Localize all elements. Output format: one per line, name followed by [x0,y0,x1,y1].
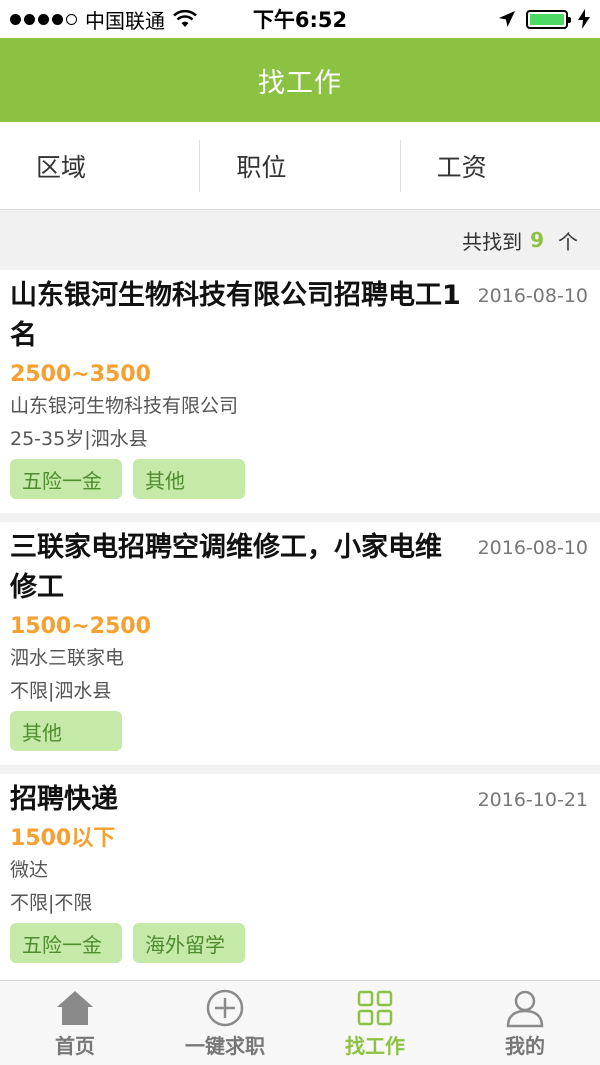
job-meta: 不限|不限 [10,892,93,914]
job-tag: 其他 [133,459,245,499]
tab-find-jobs[interactable]: 找工作 [300,981,450,1065]
job-title: 山东银河生物科技有限公司招聘电工1名 [10,280,461,351]
plus-circle-icon [206,989,244,1026]
job-card[interactable]: 山东银河生物科技有限公司招聘电工1名 2016-08-10 2500~3500 … [0,270,600,513]
job-list: 山东银河生物科技有限公司招聘电工1名 2016-08-10 2500~3500 … [0,270,600,977]
job-tag: 五险一金 [10,923,122,963]
grid-icon [357,990,393,1025]
bottom-tab-bar: 首页 一键求职 找工作 我的 [0,980,600,1065]
job-date: 2016-10-21 [477,789,588,811]
job-company: 微达 [10,859,49,881]
home-icon [57,990,93,1025]
filter-region[interactable]: 区域 [0,139,201,192]
tab-label: 一键求职 [185,1033,265,1058]
job-salary: 1500以下 [10,826,116,851]
job-date: 2016-08-10 [477,285,588,307]
wifi-icon [173,10,197,27]
status-time: 下午6:52 [252,8,348,32]
page-title: 找工作 [258,67,342,99]
job-meta: 25-35岁|泗水县 [10,428,148,450]
job-card[interactable]: 招聘快递 2016-10-21 1500以下 微达 不限|不限 五险一金 海外留… [0,774,600,977]
signal-strength-icon [10,13,77,25]
battery-icon [526,9,571,29]
result-count-prefix: 共找到 [462,229,523,254]
job-card[interactable]: 三联家电招聘空调维修工，小家电维修工 2016-08-10 1500~2500 … [0,522,600,765]
result-count-suffix: 个 [558,229,578,254]
job-tag: 其他 [10,711,122,751]
location-arrow-icon [499,11,515,27]
charging-bolt-icon [578,9,590,29]
job-tags: 五险一金 其他 [10,459,588,499]
nav-header: 找工作 [0,38,600,122]
job-tag: 海外留学 [133,923,245,963]
job-title: 招聘快递 [10,784,118,815]
tab-label: 找工作 [345,1033,405,1058]
filter-salary[interactable]: 工资 [401,140,600,192]
job-company: 山东银河生物科技有限公司 [10,395,239,417]
filter-bar: 区域 职位 工资 [0,122,600,210]
job-salary: 2500~3500 [10,362,151,387]
job-meta: 不限|泗水县 [10,680,112,702]
tab-label: 首页 [55,1033,95,1058]
tab-profile[interactable]: 我的 [450,981,600,1065]
job-company: 泗水三联家电 [10,647,125,669]
carrier-name: 中国联通 [85,8,165,33]
job-salary: 1500~2500 [10,614,151,639]
job-tags: 五险一金 海外留学 [10,923,588,963]
status-bar: 中国联通 下午6:52 [0,0,600,38]
result-count-bar: 共找到 9 个 [0,210,600,270]
job-date: 2016-08-10 [477,537,588,559]
result-count-number: 9 [530,228,544,252]
job-title: 三联家电招聘空调维修工，小家电维修工 [10,532,442,603]
user-icon [506,990,544,1027]
tab-home[interactable]: 首页 [0,981,150,1065]
tab-quick-apply[interactable]: 一键求职 [150,981,300,1065]
tab-label: 我的 [505,1033,545,1058]
filter-position[interactable]: 职位 [200,139,401,192]
job-tags: 其他 [10,711,588,751]
job-tag: 五险一金 [10,459,122,499]
